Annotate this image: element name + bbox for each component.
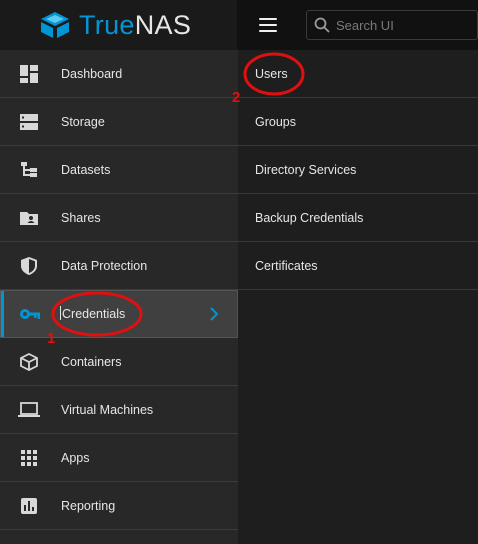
sidebar-item-apps[interactable]: Apps [0,434,238,482]
dashboard-icon [18,63,40,85]
submenu-item-directory-services[interactable]: Directory Services [238,146,478,194]
brand-nas: NAS [134,9,192,40]
sidebar-item-containers[interactable]: Containers [0,338,238,386]
sidebar-item-storage[interactable]: Storage [0,98,238,146]
truenas-logo-icon [41,12,69,38]
storage-icon [18,111,40,133]
sidebar-item-label: Shares [61,210,101,225]
brand[interactable]: True NAS [0,0,237,50]
sidebar-item-virtual-machines[interactable]: Virtual Machines [0,386,238,434]
sidebar-item-credentials[interactable]: Credentials [0,290,238,338]
chevron-right-icon [210,307,219,321]
sidebar-item-label: Apps [61,450,90,465]
submenu-item-certificates[interactable]: Certificates [238,242,478,290]
key-icon [19,303,41,325]
credentials-submenu: Users Groups Directory Services Backup C… [238,50,478,544]
sidebar-item-label: Credentials [62,307,126,321]
apps-grid-icon [18,447,40,469]
sidebar-item-label: Dashboard [61,66,123,81]
sidebar-item-label: Containers [61,354,122,369]
annotation-step-1: 1 [47,330,56,347]
brand-wordmark: True NAS [79,10,191,41]
search-icon [314,17,330,33]
sidebar-item-data-protection[interactable]: Data Protection [0,242,238,290]
search-input[interactable] [336,17,466,33]
sidebar-item-datasets[interactable]: Datasets [0,146,238,194]
text-caret [60,306,61,320]
sidebar-item-label: Storage [61,114,105,129]
datasets-icon [18,159,40,181]
brand-true: True [79,9,135,40]
toolbar [237,0,478,50]
hamburger-menu-icon[interactable] [259,18,277,32]
submenu-item-users[interactable]: Users [238,50,478,98]
submenu-item-groups[interactable]: Groups [238,98,478,146]
cube-icon [18,351,40,373]
sidebar-item-label: Virtual Machines [61,402,154,417]
reporting-icon [18,495,40,517]
sidebar-item-label: Datasets [61,162,111,177]
top-bar: True NAS [0,0,478,50]
search-box[interactable] [306,10,478,40]
shield-icon [18,255,40,277]
annotation-step-2: 2 [232,89,241,106]
shares-icon [18,207,40,229]
sidebar-item-shares[interactable]: Shares [0,194,238,242]
sidebar-item-label: Reporting [61,498,116,513]
submenu-item-backup-credentials[interactable]: Backup Credentials [238,194,478,242]
laptop-icon [18,399,40,421]
sidebar-item-reporting[interactable]: Reporting [0,482,238,530]
sidebar: Dashboard Storage Datasets Shares Data P… [0,50,238,544]
sidebar-item-dashboard[interactable]: Dashboard [0,50,238,98]
sidebar-item-label: Data Protection [61,258,148,273]
